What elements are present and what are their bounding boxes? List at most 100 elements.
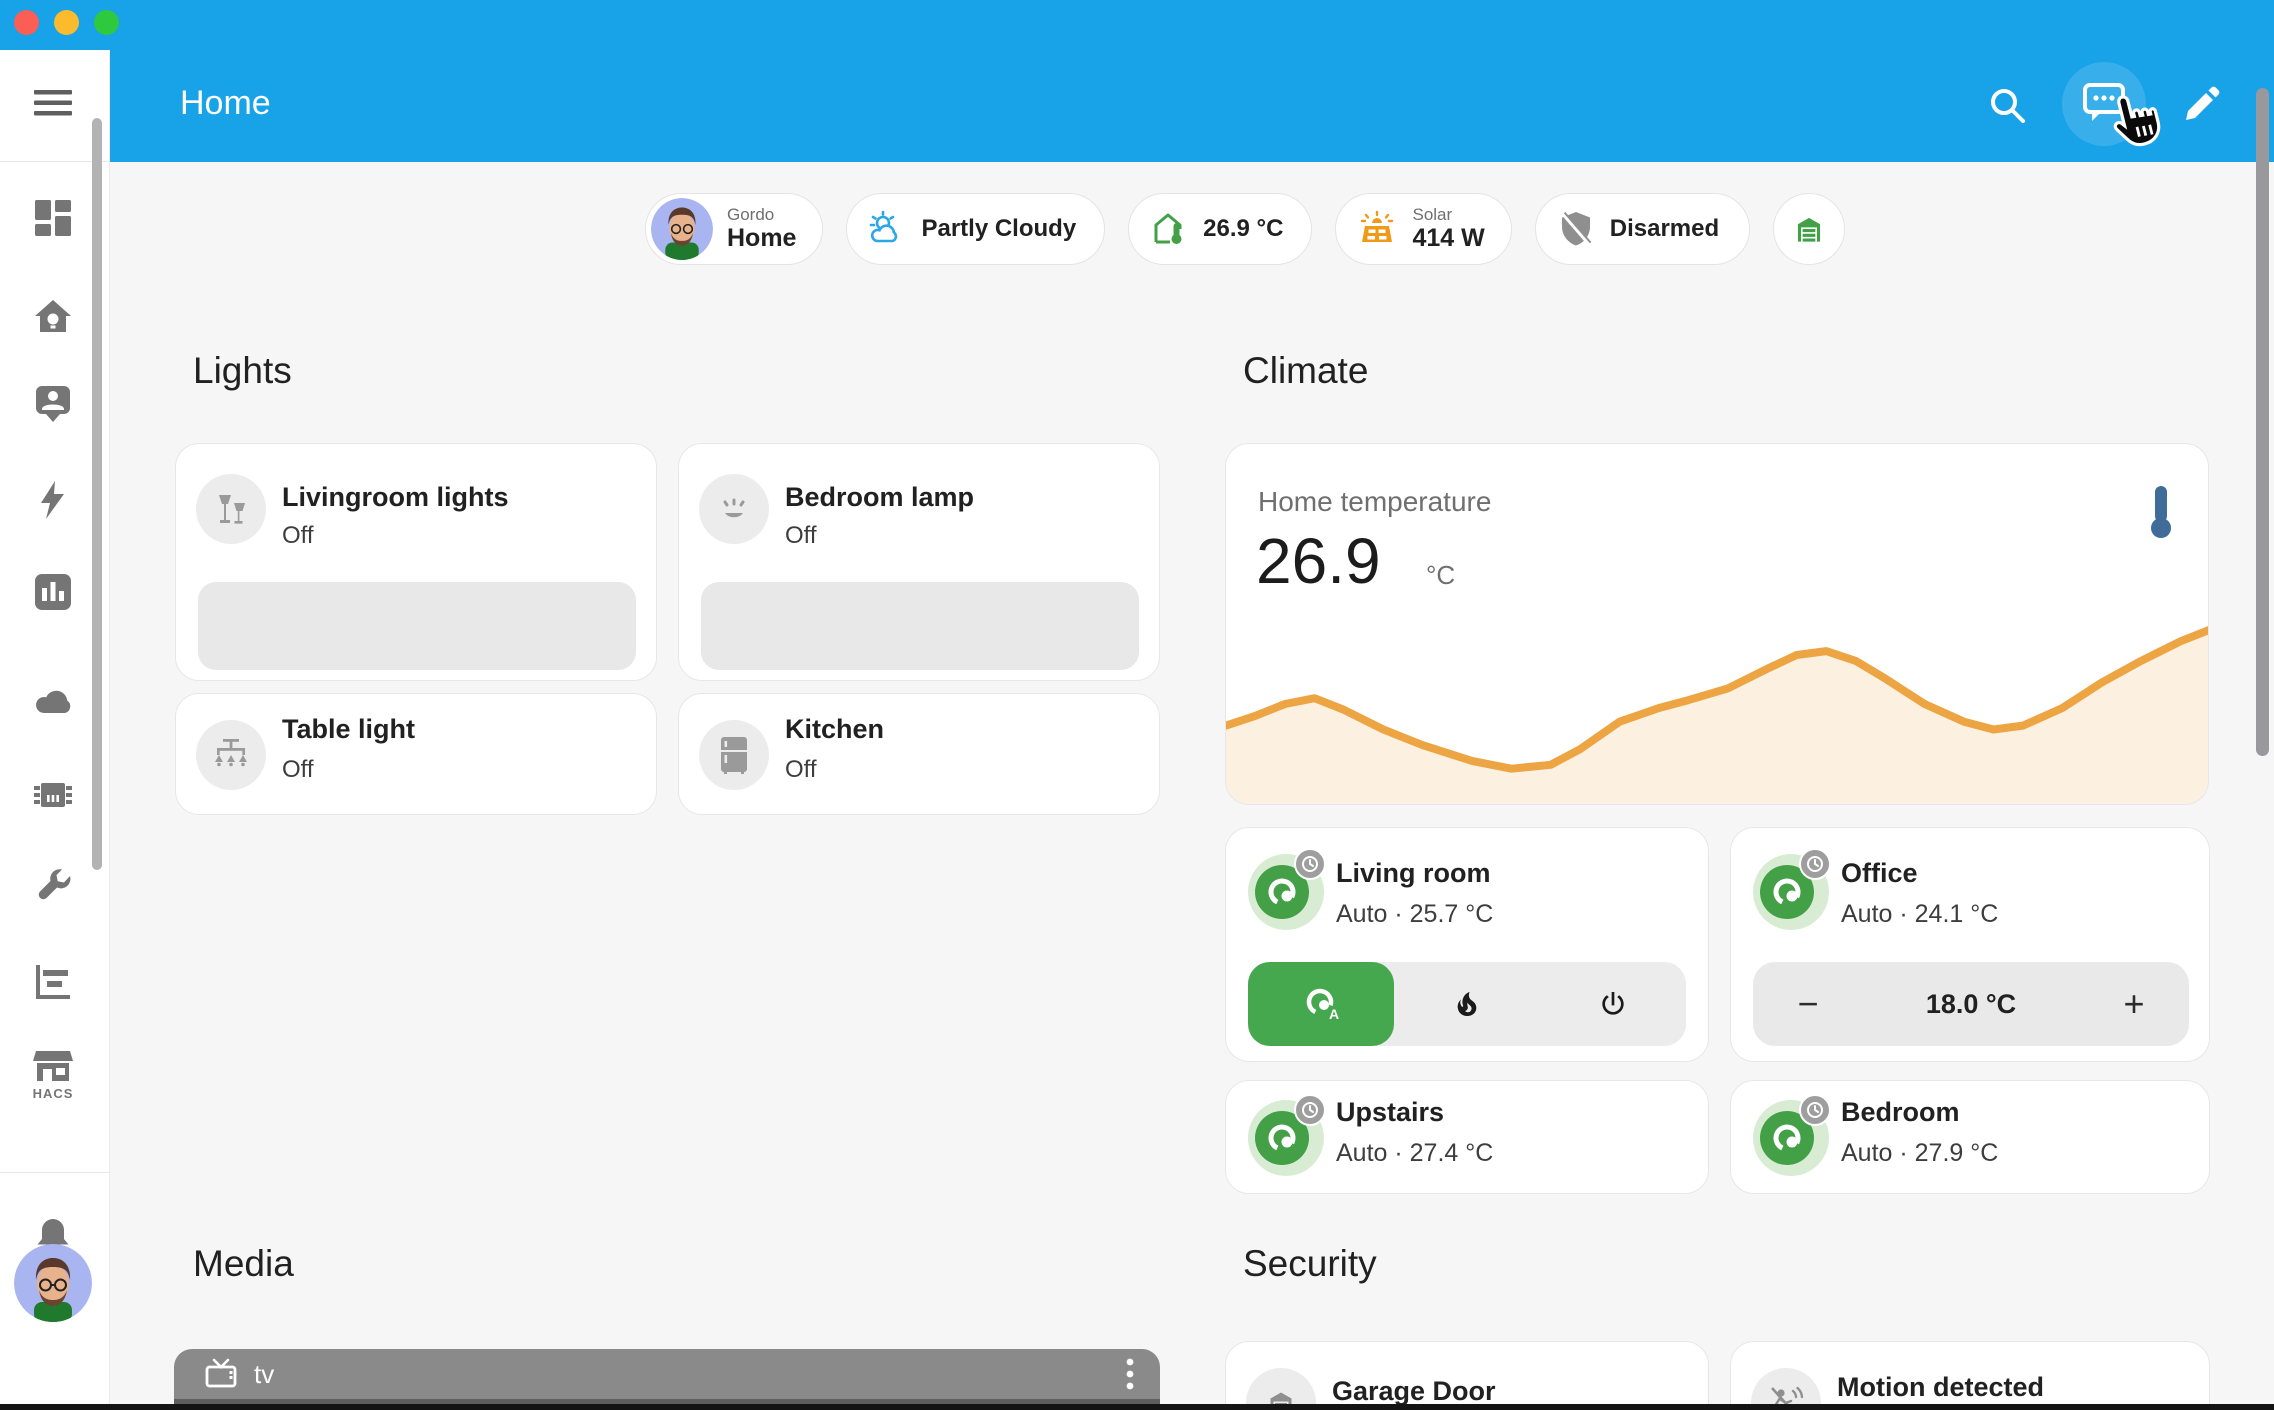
sidebar-item-dashboards[interactable] — [33, 198, 73, 238]
temperature-chip[interactable]: 26.9 °C — [1128, 193, 1312, 265]
app-window: Home — [0, 0, 2274, 1410]
home-temperature-card[interactable]: Home temperature 26.9 °C — [1225, 443, 2209, 805]
tv-icon — [204, 1358, 238, 1390]
light-card-state: Off — [785, 522, 817, 550]
schedule-clock-badge — [1799, 848, 1831, 880]
schedule-clock-badge — [1294, 1094, 1326, 1126]
smiley-lamp-icon — [699, 474, 769, 544]
person-chip-avatar — [651, 198, 713, 260]
hvac-mode-auto-button[interactable]: A — [1248, 962, 1394, 1046]
temperature-decrease-button[interactable]: − — [1753, 983, 1863, 1025]
page-scrollbar[interactable] — [2256, 88, 2269, 756]
section-heading-climate: Climate — [1243, 350, 1368, 392]
thermostat-icon-halo — [1753, 854, 1829, 930]
sidebar-item-cloud[interactable] — [33, 682, 73, 722]
light-card-kitchen[interactable]: Kitchen Off — [678, 693, 1160, 815]
thermostat-card-office[interactable]: Office Auto · 24.1 °C − 18.0 °C + — [1730, 827, 2210, 1062]
thermostat-icon-halo — [1753, 1100, 1829, 1176]
fridge-icon — [699, 720, 769, 790]
temperature-chip-label: 26.9 °C — [1203, 215, 1283, 243]
media-player-header: tv — [174, 1349, 1160, 1399]
thermostat-name: Living room — [1336, 858, 1491, 889]
security-card-motion[interactable]: Motion detected Off — [1730, 1341, 2210, 1406]
app-header — [0, 50, 2274, 162]
garage-chip[interactable] — [1773, 193, 1845, 265]
edit-dashboard-icon[interactable] — [2178, 84, 2222, 128]
temperature-card-value: 26.9 — [1256, 524, 1381, 598]
thermostat-state: Auto · 24.1 °C — [1841, 900, 1998, 929]
thermostat-name: Upstairs — [1336, 1097, 1444, 1128]
solar-chip-name: Solar — [1412, 206, 1484, 225]
alarm-chip-label: Disarmed — [1610, 215, 1719, 243]
home-thermometer-icon — [1149, 209, 1189, 249]
window-bottom-edge — [0, 1404, 2274, 1410]
sidebar-item-energy[interactable] — [33, 480, 73, 520]
garage-icon — [1790, 210, 1828, 248]
chips-row: GordoHome Partly Cloudy 26.9 °C — [645, 193, 1845, 265]
sidebar-item-hacs[interactable] — [33, 1048, 73, 1088]
target-temperature-stepper: − 18.0 °C + — [1753, 962, 2189, 1046]
sidebar-item-overview[interactable] — [33, 297, 73, 337]
schedule-clock-badge — [1294, 848, 1326, 880]
thermostat-name: Office — [1841, 858, 1918, 889]
person-chip[interactable]: GordoHome — [645, 193, 823, 265]
thermostat-state: Auto · 27.9 °C — [1841, 1139, 1998, 1168]
solar-chip[interactable]: Solar414 W — [1335, 193, 1511, 265]
sidebar-item-developer-tools[interactable] — [33, 867, 73, 907]
chandelier-icon — [196, 720, 266, 790]
person-chip-state: Home — [727, 225, 796, 253]
sidebar-item-people[interactable] — [33, 383, 73, 423]
light-card-title: Bedroom lamp — [785, 482, 974, 513]
sidebar-item-integrations[interactable] — [33, 775, 73, 815]
thermostat-card-upstairs[interactable]: Upstairs Auto · 27.4 °C — [1225, 1080, 1709, 1194]
user-avatar[interactable] — [14, 1244, 92, 1322]
thermostat-icon-halo — [1248, 854, 1324, 930]
light-card-livingroom[interactable]: Livingroom lights Off — [175, 443, 657, 681]
hvac-mode-off-button[interactable] — [1540, 962, 1686, 1046]
light-card-table-light[interactable]: Table light Off — [175, 693, 657, 815]
sidebar-hacs-label: HACS — [0, 1086, 106, 1101]
media-menu-dots-icon[interactable] — [1126, 1356, 1134, 1392]
brightness-slider[interactable] — [701, 582, 1139, 670]
thermometer-icon — [2148, 484, 2174, 540]
solar-power-icon — [1356, 208, 1398, 250]
thermostat-card-bedroom[interactable]: Bedroom Auto · 27.9 °C — [1730, 1080, 2210, 1194]
thermostat-card-living-room[interactable]: Living room Auto · 25.7 °C A — [1225, 827, 1709, 1062]
media-player-card[interactable]: tv — [174, 1349, 1160, 1410]
solar-chip-value: 414 W — [1412, 225, 1484, 253]
minimize-button[interactable] — [54, 10, 79, 35]
sidebar-item-history[interactable] — [33, 572, 73, 612]
sidebar-item-logbook[interactable] — [33, 962, 73, 1002]
assist-chat-icon[interactable] — [2082, 80, 2126, 124]
alarm-chip[interactable]: Disarmed — [1535, 193, 1750, 265]
search-icon[interactable] — [1986, 84, 2030, 128]
close-button[interactable] — [14, 10, 39, 35]
floor-lamp-icon — [196, 474, 266, 544]
page-title: Home — [180, 84, 271, 123]
motion-sensor-off-icon — [1751, 1368, 1821, 1406]
hvac-mode-selector: A — [1248, 962, 1686, 1046]
security-card-garage-door[interactable]: Garage Door — [1225, 1341, 1709, 1406]
hvac-mode-heat-button[interactable] — [1394, 962, 1540, 1046]
svg-text:A: A — [1329, 1006, 1339, 1022]
light-card-title: Kitchen — [785, 714, 884, 745]
security-card-title: Motion detected — [1837, 1372, 2044, 1403]
light-card-state: Off — [282, 756, 314, 784]
brightness-slider[interactable] — [198, 582, 636, 670]
zoom-button[interactable] — [94, 10, 119, 35]
temperature-increase-button[interactable]: + — [2079, 983, 2189, 1025]
weather-chip[interactable]: Partly Cloudy — [846, 193, 1105, 265]
light-card-bedroom-lamp[interactable]: Bedroom lamp Off — [678, 443, 1160, 681]
section-heading-security: Security — [1243, 1243, 1377, 1285]
light-card-title: Table light — [282, 714, 415, 745]
section-heading-lights: Lights — [193, 350, 292, 392]
menu-hamburger-icon[interactable] — [34, 86, 72, 120]
shield-off-icon — [1556, 209, 1596, 249]
sidebar-bottom-divider — [0, 1172, 110, 1173]
temperature-card-title: Home temperature — [1258, 486, 1491, 518]
light-card-state: Off — [282, 522, 314, 550]
temperature-card-unit: °C — [1426, 560, 1455, 591]
sidebar-scrollbar[interactable] — [92, 118, 102, 870]
person-chip-name: Gordo — [727, 206, 796, 225]
thermostat-name: Bedroom — [1841, 1097, 1960, 1128]
